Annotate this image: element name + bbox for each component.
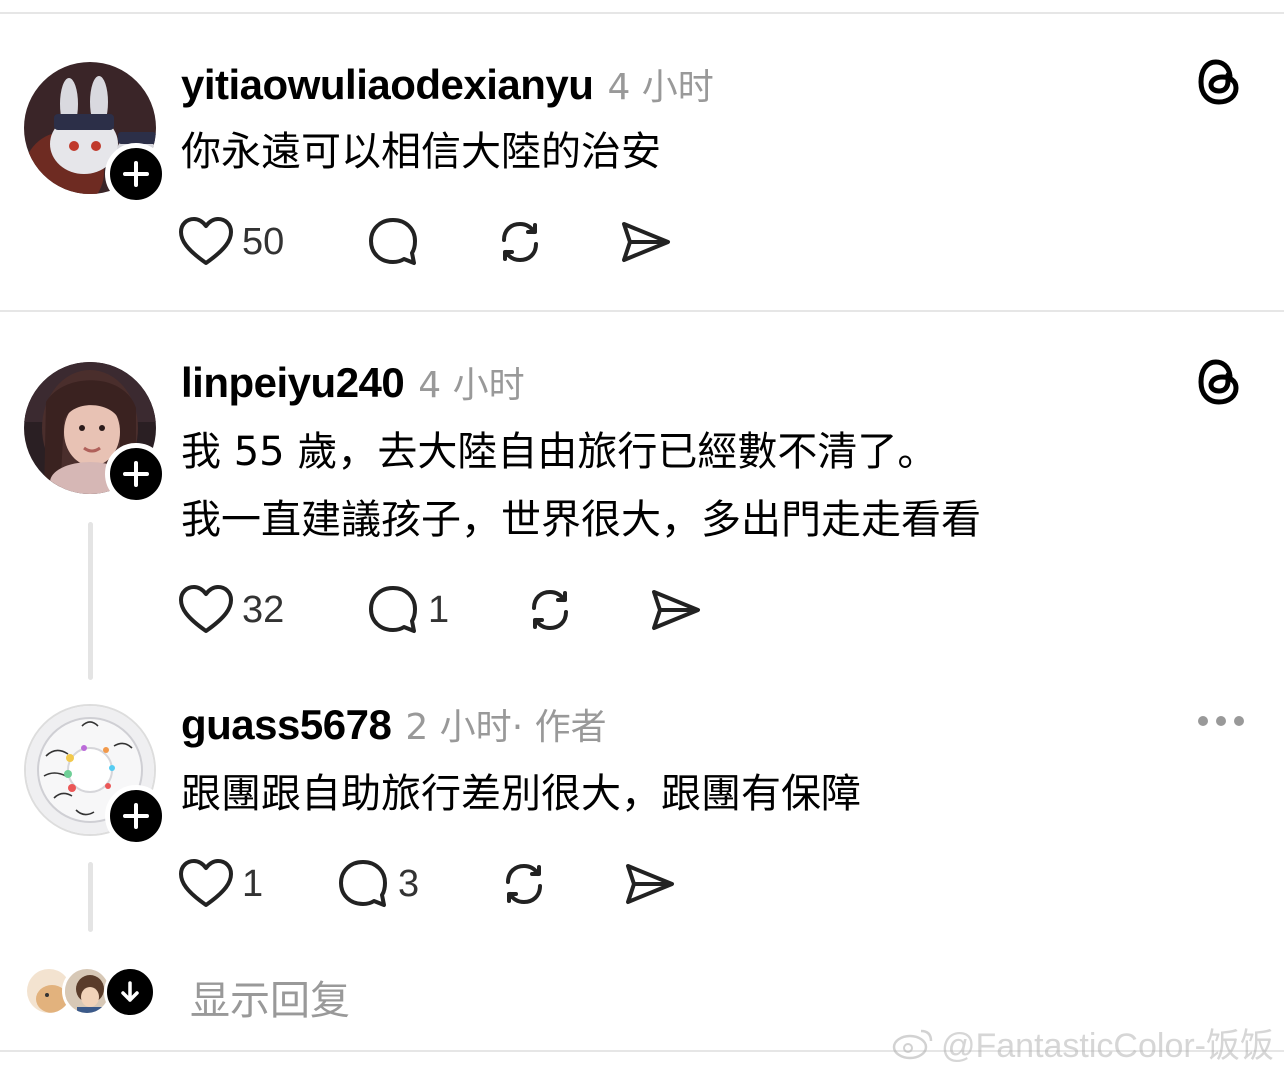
reply-count: 3 (398, 862, 420, 905)
post-text-line: 我 55 歲，去大陸自由旅行已經數不清了。 (181, 429, 938, 475)
post-text-line: 你永遠可以相信大陸的治安 (181, 129, 661, 175)
threads-logo-icon[interactable] (1196, 356, 1244, 408)
heart-icon (179, 217, 233, 265)
reply-button[interactable]: 3 (336, 854, 419, 914)
reply-count: 1 (428, 588, 450, 631)
repost-button[interactable] (522, 580, 578, 640)
send-icon (622, 222, 670, 262)
post-header: guass5678 2 小时 · 作者 (181, 698, 607, 750)
post-text: 我 55 歲，去大陸自由旅行已經數不清了。 我一直建議孩子，世界很大，多出門走走… (181, 418, 981, 554)
post-divider (0, 310, 1284, 312)
like-button[interactable]: 1 (178, 854, 263, 914)
watermark: @FantasticColor-饭饭 (891, 1018, 1274, 1067)
share-button[interactable] (622, 854, 678, 914)
author-label: · 作者 (511, 707, 607, 748)
send-icon (652, 590, 700, 630)
repost-button[interactable] (496, 854, 552, 914)
share-button[interactable] (618, 212, 674, 272)
post-header: linpeiyu240 4 小时 (181, 356, 525, 408)
like-count: 50 (242, 220, 285, 263)
comment-icon (369, 218, 417, 265)
heart-icon (179, 585, 233, 633)
like-count: 1 (242, 862, 264, 905)
repost-icon (532, 590, 568, 630)
post-text-line: 跟團跟自助旅行差別很大，跟團有保障 (181, 771, 861, 817)
thread-line (88, 522, 93, 680)
heart-icon (179, 859, 233, 907)
follow-plus-button[interactable] (105, 143, 167, 205)
like-button[interactable]: 50 (178, 212, 284, 272)
like-count: 32 (242, 588, 285, 631)
weibo-logo-icon (892, 1029, 933, 1059)
follow-plus-button[interactable] (105, 785, 167, 847)
username[interactable]: linpeiyu240 (181, 359, 405, 407)
post-text: 你永遠可以相信大陸的治安 (181, 118, 661, 186)
top-divider (0, 12, 1284, 14)
show-replies-row[interactable]: 显示回复 (24, 962, 624, 1024)
follow-plus-button[interactable] (105, 443, 167, 505)
timestamp: 4 小时 (607, 67, 714, 108)
like-button[interactable]: 32 (178, 580, 284, 640)
post-text-line: 我一直建議孩子，世界很大，多出門走走看看 (181, 497, 981, 543)
username[interactable]: yitiaowuliaodexianyu (181, 61, 594, 109)
reply-button[interactable]: 1 (366, 580, 449, 640)
comment-icon (369, 586, 417, 633)
expand-replies-button[interactable] (104, 966, 156, 1018)
plus-icon (123, 461, 149, 487)
username[interactable]: guass5678 (181, 701, 392, 749)
plus-icon (123, 803, 149, 829)
post-text: 跟團跟自助旅行差別很大，跟團有保障 (181, 760, 861, 828)
share-button[interactable] (648, 580, 704, 640)
post-header: yitiaowuliaodexianyu 4 小时 (181, 58, 714, 110)
repost-icon (506, 864, 542, 904)
reply-button[interactable] (366, 212, 420, 272)
threads-logo-icon[interactable] (1196, 56, 1244, 108)
timestamp: 2 小时 (405, 707, 512, 748)
repost-button[interactable] (492, 212, 548, 272)
arrow-down-icon (121, 981, 139, 1002)
thread-line (88, 862, 93, 932)
plus-icon (123, 161, 149, 187)
send-icon (626, 864, 674, 904)
watermark-text: @FantasticColor-饭饭 (940, 1027, 1274, 1065)
timestamp: 4 小时 (418, 365, 525, 406)
more-icon[interactable] (1196, 708, 1246, 734)
repost-icon (502, 222, 538, 262)
show-replies-label[interactable]: 显示回复 (190, 968, 350, 1026)
comment-icon (339, 860, 387, 907)
